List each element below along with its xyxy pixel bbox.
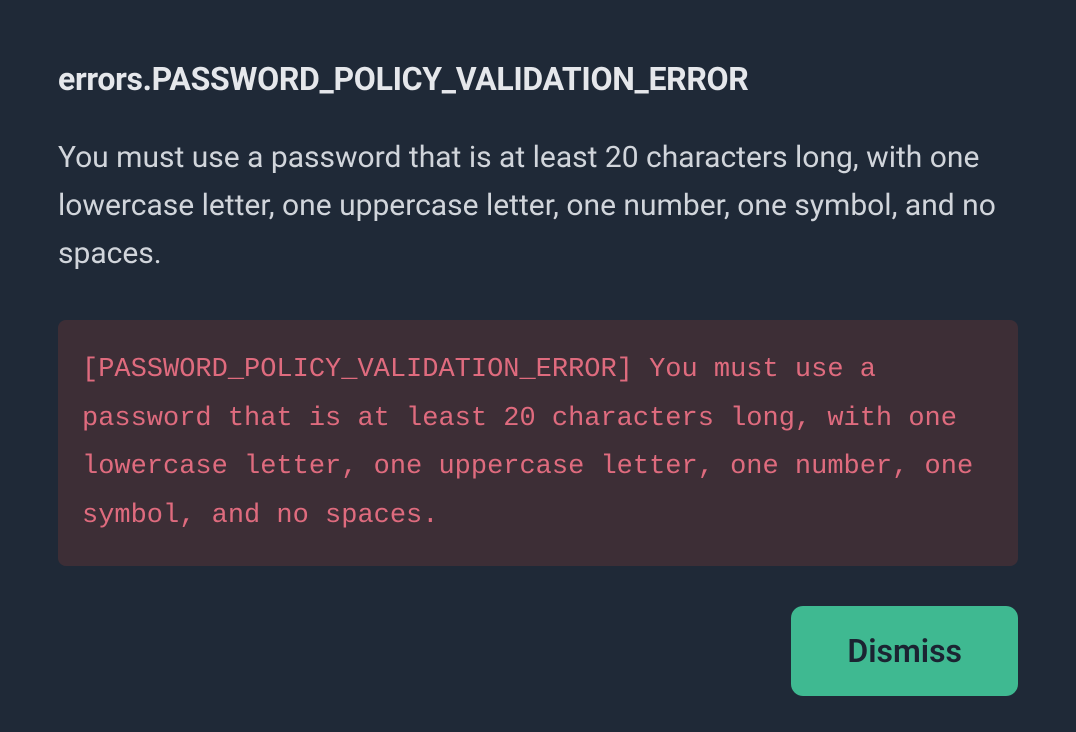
dismiss-button[interactable]: Dismiss xyxy=(791,606,1018,696)
dialog-title: errors.PASSWORD_POLICY_VALIDATION_ERROR xyxy=(58,60,1018,98)
dialog-message: You must use a password that is at least… xyxy=(58,134,1018,278)
error-dialog: errors.PASSWORD_POLICY_VALIDATION_ERROR … xyxy=(0,0,1076,732)
error-detail-box: [PASSWORD_POLICY_VALIDATION_ERROR] You m… xyxy=(58,320,1018,566)
dialog-button-row: Dismiss xyxy=(58,566,1018,696)
